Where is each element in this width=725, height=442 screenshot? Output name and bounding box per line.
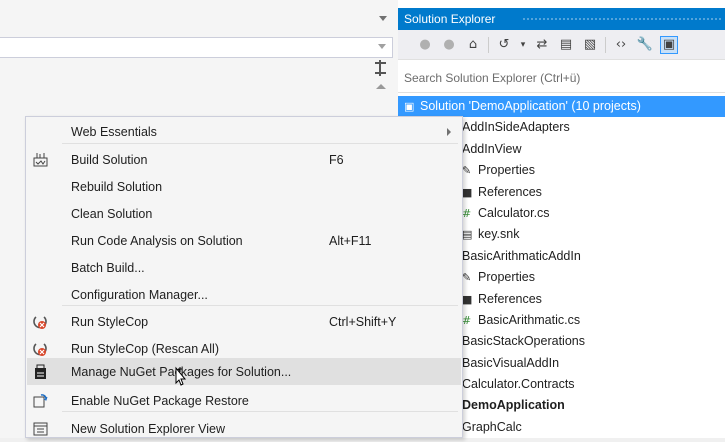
history-icon[interactable]: ↺ [495,36,513,54]
show-all-files-icon[interactable]: ▧ [581,36,599,54]
nuget-icon [31,363,49,380]
tree-item-label: AddInView [462,141,522,156]
package-restore-icon [31,392,49,409]
sync-icon[interactable]: ⇄ [533,36,551,54]
menu-item-label: Enable NuGet Package Restore [71,394,249,408]
toolbar-divider [488,36,489,53]
properties-icon: ✎ [462,271,472,285]
title-grip [522,17,721,22]
tree-item-label: Calculator.Contracts [462,377,575,392]
navigation-dropdown-top[interactable] [0,10,393,31]
view-code-icon[interactable]: ‹› [612,36,630,54]
scroll-up-icon[interactable] [376,84,386,89]
properties-icon[interactable]: 🔧 [636,36,654,54]
tree-item-label: Properties [478,270,535,285]
collapse-all-icon[interactable]: ▤ [557,36,575,54]
tree-item[interactable]: ▣ Solution 'DemoApplication' (10 projects… [398,96,725,118]
split-window-icon[interactable] [375,60,386,76]
panel-title: Solution Explorer [404,12,496,26]
menu-item[interactable]: Rebuild Solution [27,173,461,200]
toolbar-divider [605,36,606,53]
menu-item[interactable]: Batch Build... [27,254,461,281]
properties-icon: ✎ [462,164,472,178]
menu-item-label: Batch Build... [71,261,145,275]
tree-item-label: DemoApplication [462,398,565,413]
tree-item-label: Properties [478,163,535,178]
menu-item[interactable]: Configuration Manager... [27,281,461,308]
menu-item[interactable]: Enable NuGet Package Restore [27,387,461,414]
cs-file-icon: # [462,313,472,327]
navigation-dropdown-members[interactable] [0,37,393,58]
stylecop-icon [31,340,49,357]
forward-icon[interactable]: ● [440,36,458,54]
submenu-arrow-icon [447,128,451,136]
menu-item[interactable]: Run Code Analysis on Solution Alt+F11 [27,227,461,254]
build-icon [31,151,49,168]
search-placeholder: Search Solution Explorer (Ctrl+ü) [404,71,581,85]
cs-file-icon: # [462,206,472,220]
back-icon[interactable]: ● [416,36,434,54]
preview-icon[interactable]: ▣ [660,35,678,54]
chevron-down-icon[interactable]: ▾ [519,36,527,54]
chevron-down-icon[interactable] [378,44,386,49]
tree-item-label: References [478,184,542,199]
menu-item-label: Web Essentials [71,125,157,139]
menu-item[interactable]: Run StyleCop Ctrl+Shift+Y [27,308,461,335]
menu-item-label: New Solution Explorer View [71,422,226,436]
menu-item[interactable]: Manage NuGet Packages for Solution... [27,358,461,385]
mouse-cursor-icon [175,366,187,386]
tree-item-label: BasicStackOperations [462,334,585,349]
solution-explorer-toolbar: ● ● ⌂ ↺ ▾ ⇄ ▤ ▧ ‹› 🔧 ▣ [398,30,725,60]
tree-item-label: key.snk [478,227,520,242]
home-icon[interactable]: ⌂ [464,36,482,54]
tree-item-label: AddInSideAdapters [462,120,570,135]
references-icon: ■ [462,292,473,306]
menu-item-label: Configuration Manager... [71,288,208,302]
tree-item-label: BasicArithmatic.cs [478,312,581,327]
solution-explorer-search-input[interactable]: Search Solution Explorer (Ctrl+ü) [398,60,725,93]
tree-item-label: Calculator.cs [478,205,550,220]
menu-item-shortcut: F6 [329,153,344,167]
chevron-down-icon[interactable] [379,16,387,21]
tree-item-label: BasicArithmaticAddIn [462,248,581,263]
menu-item-label: Run Code Analysis on Solution [71,234,243,248]
references-icon: ■ [462,185,473,199]
menu-item-label: Run StyleCop (Rescan All) [71,342,219,356]
tree-item-label: BasicVisualAddIn [462,355,560,370]
menu-item-shortcut: Ctrl+Shift+Y [329,315,397,329]
solution-explorer-title-bar[interactable]: Solution Explorer [398,8,725,30]
menu-item[interactable]: Web Essentials [27,118,461,145]
key-file-icon: ▤ [462,228,473,242]
solution-icon: ▣ [404,100,415,113]
menu-item-label: Build Solution [71,153,148,167]
solution-context-menu: Web Essentials Build Solution F6 Rebuild So… [25,116,463,438]
menu-item-label: Run StyleCop [71,315,149,329]
tree-item-label: Solution 'DemoApplication' (10 projects) [420,99,641,113]
new-view-icon [31,420,49,437]
menu-item-shortcut: Alt+F11 [329,234,372,248]
stylecop-icon [31,313,49,330]
menu-item[interactable]: Clean Solution [27,200,461,227]
menu-item[interactable]: Build Solution F6 [27,146,461,173]
menu-item-label: Rebuild Solution [71,180,163,194]
menu-item-label: Clean Solution [71,207,153,221]
tree-item-label: GraphCalc [462,419,522,434]
tree-item-label: References [478,291,542,306]
